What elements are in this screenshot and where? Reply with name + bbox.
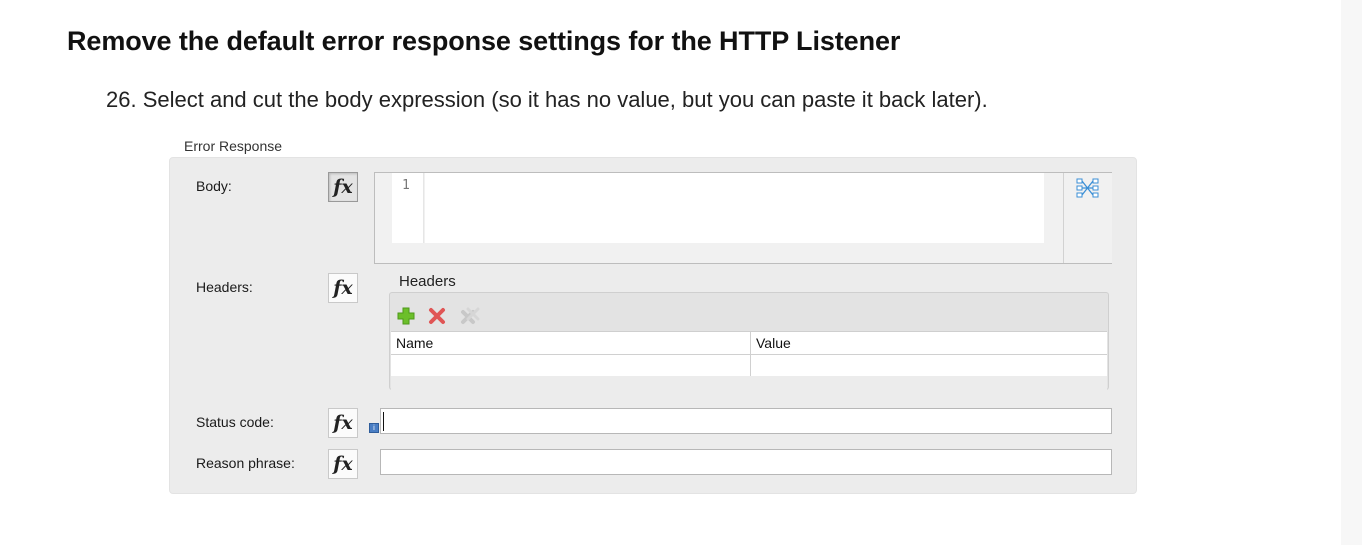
editor-side-panel [1063, 173, 1112, 263]
reason-phrase-fx-toggle[interactable]: fx [328, 449, 358, 479]
line-number-gutter: 1 [392, 173, 424, 243]
step-instruction: 26. Select and cut the body expression (… [106, 87, 988, 112]
table-row[interactable] [391, 376, 1107, 390]
status-code-fx-toggle[interactable]: fx [328, 408, 358, 438]
error-response-label: Error Response [184, 138, 283, 154]
status-code-input[interactable] [380, 408, 1112, 434]
line-number: 1 [402, 178, 410, 193]
body-fx-toggle[interactable]: fx [328, 172, 358, 202]
datamapper-icon[interactable] [1076, 177, 1100, 204]
remove-icon[interactable] [428, 307, 446, 330]
reason-phrase-input[interactable] [380, 449, 1112, 475]
clear-icon[interactable] [458, 307, 480, 332]
headers-table-title: Headers [399, 273, 456, 290]
headers-table: Name Value [391, 331, 1107, 390]
headers-fx-toggle[interactable]: fx [328, 273, 358, 303]
page-scroll-gutter [1341, 0, 1362, 545]
add-icon[interactable] [397, 307, 415, 330]
headers-label: Headers: [196, 279, 253, 295]
reason-phrase-label: Reason phrase: [196, 455, 295, 471]
body-code-area[interactable] [425, 173, 1044, 243]
header-divider [391, 354, 1107, 355]
section-heading: Remove the default error response settin… [67, 26, 901, 56]
info-icon: i [369, 423, 379, 433]
body-expression-editor[interactable]: 1 [374, 172, 1112, 264]
text-caret [383, 412, 384, 431]
column-header-name[interactable]: Name [391, 332, 750, 354]
column-header-value[interactable]: Value [751, 332, 1107, 354]
status-code-label: Status code: [196, 414, 274, 430]
headers-editor: Name Value [389, 292, 1109, 390]
body-label: Body: [196, 178, 232, 194]
